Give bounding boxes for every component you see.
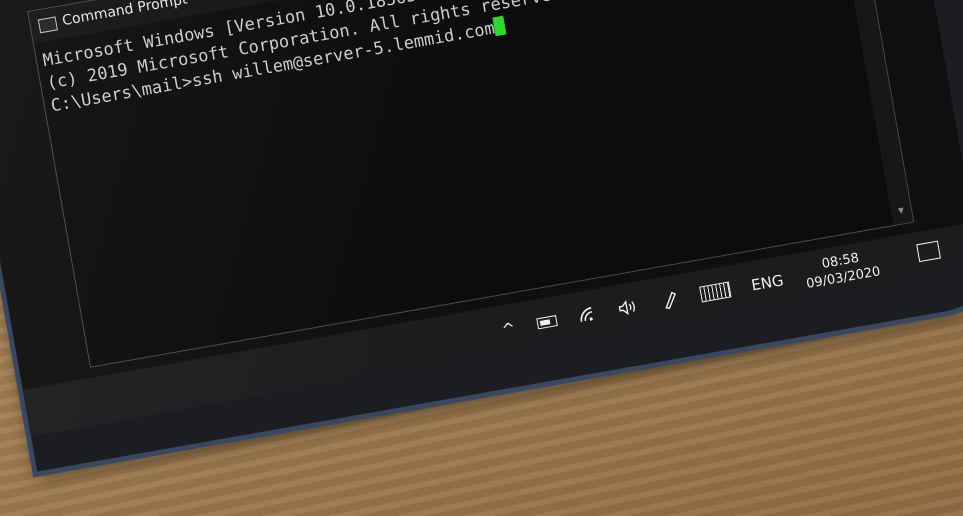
command-prompt-icon (37, 16, 58, 34)
volume-icon[interactable] (616, 298, 640, 318)
clock-date: 09/03/2020 (805, 264, 882, 292)
language-indicator[interactable]: ENG (750, 271, 785, 294)
pen-icon-svg (665, 291, 676, 310)
chevron-up-icon[interactable]: ^ (500, 318, 517, 339)
wifi-icon-svg (580, 307, 593, 322)
volume-icon-svg (618, 299, 635, 316)
clock[interactable]: 08:58 09/03/2020 (802, 246, 882, 292)
window-title: Command Prompt (61, 0, 189, 30)
battery-icon (535, 314, 558, 329)
text-cursor (492, 15, 507, 37)
wifi-icon[interactable] (577, 305, 598, 324)
scroll-down-icon[interactable]: ▼ (890, 204, 912, 223)
keyboard-icon (698, 281, 732, 303)
battery-icon-wrap[interactable] (535, 314, 558, 329)
pen-icon[interactable] (659, 290, 680, 311)
notification-icon[interactable] (916, 240, 941, 263)
touch-keyboard-icon[interactable] (698, 281, 732, 303)
